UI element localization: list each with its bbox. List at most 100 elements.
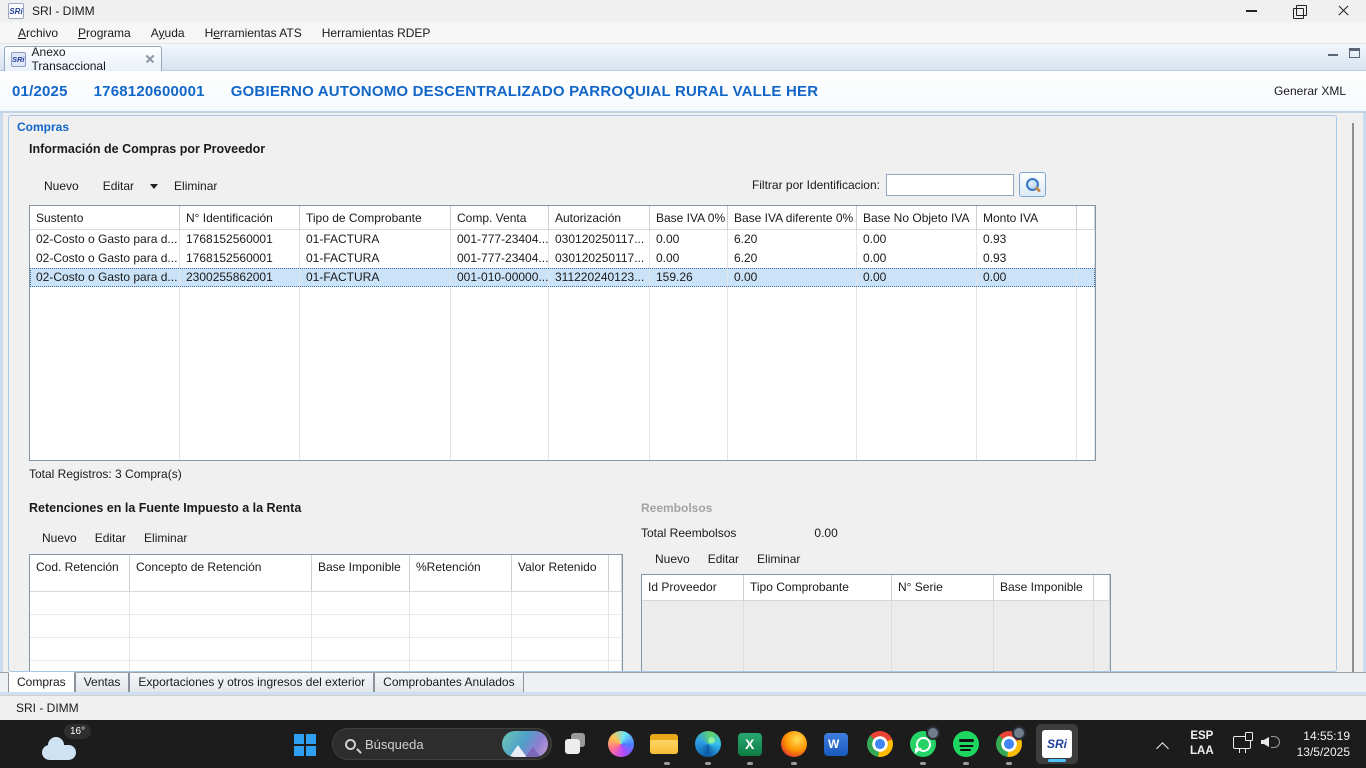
menu-item-herramientas-rdep[interactable]: Herramientas RDEP — [312, 23, 441, 43]
tray-date: 13/5/2025 — [1297, 744, 1350, 760]
ret-eliminar-button[interactable]: Eliminar — [136, 528, 195, 548]
search-icon — [345, 739, 356, 750]
reembolsos-table: Id ProveedorTipo ComprobanteN° SerieBase… — [641, 574, 1111, 672]
tab-compras[interactable]: Compras — [8, 672, 75, 693]
volume-waves-icon — [1271, 736, 1280, 748]
edge-icon[interactable] — [695, 731, 721, 757]
generar-xml-button[interactable]: Generar XML — [1274, 84, 1346, 98]
table-cell: 0.00 — [857, 230, 977, 249]
taxpayer-name: GOBIERNO AUTONOMO DESCENTRALIZADO PARROQ… — [231, 83, 819, 100]
table-cell-filler — [892, 601, 994, 672]
table-row[interactable]: 02-Costo o Gasto para d...17681525600010… — [30, 230, 1095, 249]
excel-icon[interactable] — [738, 733, 762, 756]
notification-badge — [926, 726, 940, 740]
table-empty-area — [30, 287, 1095, 460]
running-indicator — [705, 762, 711, 765]
column-header[interactable]: Base Imponible — [312, 555, 410, 592]
column-header[interactable]: Base IVA diferente 0% — [728, 206, 857, 230]
weather-widget[interactable]: 16° — [42, 728, 102, 762]
chrome-profile-icon[interactable] — [996, 731, 1022, 757]
menu-item-herramientas-ats[interactable]: Herramientas ATS — [195, 23, 312, 43]
tab-ventas[interactable]: Ventas — [75, 673, 130, 693]
table-cell-filler — [977, 287, 1077, 460]
copilot-icon[interactable] — [608, 731, 634, 757]
table-cell-filler — [609, 592, 622, 615]
tab-exportaciones[interactable]: Exportaciones y otros ingresos del exter… — [129, 673, 374, 693]
editar-button[interactable]: Editar — [93, 176, 144, 196]
start-button-icon[interactable] — [294, 734, 318, 758]
ret-nuevo-button[interactable]: Nuevo — [34, 528, 85, 548]
ruc-number: 1768120600001 — [94, 83, 205, 100]
sri-dimm-taskbar-button[interactable]: SRi — [1036, 724, 1078, 764]
retenciones-toolbar: Nuevo Editar Eliminar — [34, 528, 195, 548]
network-icon[interactable] — [1233, 736, 1251, 749]
view-maximize-icon[interactable] — [1349, 48, 1360, 58]
chrome-icon[interactable] — [867, 731, 893, 757]
column-header[interactable]: Cod. Retención — [30, 555, 130, 592]
table-row[interactable]: 02-Costo o Gasto para d...17681525600010… — [30, 249, 1095, 268]
menu-item-archivo[interactable]: Archivo — [8, 23, 68, 43]
reembolsos-toolbar: Nuevo Editar Eliminar — [647, 549, 808, 569]
column-header[interactable]: Concepto de Retención — [130, 555, 312, 592]
column-header[interactable]: Tipo de Comprobante — [300, 206, 451, 230]
window-frame-left — [0, 113, 3, 695]
filter-input[interactable] — [886, 174, 1014, 196]
task-view-icon[interactable] — [563, 731, 589, 757]
eliminar-button[interactable]: Eliminar — [164, 176, 227, 196]
whatsapp-icon[interactable] — [910, 731, 936, 757]
tray-chevron-up-icon[interactable] — [1158, 742, 1168, 752]
spotify-icon[interactable] — [953, 731, 979, 757]
restore-icon[interactable] — [1274, 0, 1320, 22]
volume-icon[interactable] — [1261, 737, 1269, 747]
empty-table-row — [30, 615, 622, 638]
compras-table: SustentoN° IdentificaciónTipo de Comprob… — [29, 205, 1096, 461]
vertical-scrollbar[interactable] — [1352, 123, 1354, 672]
table-cell-filler — [609, 615, 622, 638]
word-icon[interactable] — [824, 733, 848, 756]
table-cell: 0.00 — [977, 268, 1077, 287]
search-button[interactable] — [1019, 172, 1046, 197]
reemb-editar-button[interactable]: Editar — [700, 549, 747, 569]
view-minimize-icon[interactable] — [1328, 48, 1339, 57]
table-cell-filler — [451, 287, 549, 460]
column-header[interactable]: Base IVA 0% — [650, 206, 728, 230]
column-header[interactable]: Autorización — [549, 206, 650, 230]
nuevo-button[interactable]: Nuevo — [34, 176, 89, 196]
total-reembolsos-label: Total Reembolsos — [641, 526, 736, 540]
firefox-icon[interactable] — [781, 731, 807, 757]
table-cell-filler — [312, 615, 410, 638]
taskbar-search[interactable]: Búsqueda — [332, 728, 552, 760]
column-header[interactable]: %Retención — [410, 555, 512, 592]
minimize-icon[interactable] — [1228, 0, 1274, 22]
reemb-eliminar-button[interactable]: Eliminar — [749, 549, 808, 569]
search-placeholder: Búsqueda — [365, 737, 502, 752]
menu-item-ayuda[interactable]: Ayuda — [141, 23, 195, 43]
table-cell-filler — [512, 615, 609, 638]
column-header[interactable]: Monto IVA — [977, 206, 1077, 230]
language-indicator[interactable]: ESP LAA — [1190, 729, 1214, 759]
notification-badge — [1012, 726, 1026, 740]
chevron-down-icon[interactable] — [150, 184, 158, 189]
search-highlight-image — [502, 731, 548, 757]
table-cell-filler — [1077, 249, 1095, 268]
menu-item-programa[interactable]: Programa — [68, 23, 141, 43]
tab-comprobantes-anulados[interactable]: Comprobantes Anulados — [374, 673, 523, 693]
column-header[interactable]: Base No Objeto IVA — [857, 206, 977, 230]
column-header[interactable]: Valor Retenido — [512, 555, 609, 592]
ret-editar-button[interactable]: Editar — [87, 528, 134, 548]
column-header[interactable]: Comp. Venta — [451, 206, 549, 230]
column-header[interactable]: N° Identificación — [180, 206, 300, 230]
table-cell-filler — [410, 661, 512, 672]
close-icon[interactable] — [1320, 0, 1366, 22]
file-explorer-icon[interactable] — [650, 734, 678, 755]
column-header[interactable]: Sustento — [30, 206, 180, 230]
clock[interactable]: 14:55:19 13/5/2025 — [1297, 728, 1350, 760]
close-tab-icon[interactable] — [144, 53, 155, 65]
table-cell-filler — [512, 638, 609, 661]
table-row[interactable]: 02-Costo o Gasto para d...23002558620010… — [30, 268, 1095, 287]
table-cell-filler — [1077, 268, 1095, 287]
tab-anexo-transaccional[interactable]: SRi Anexo Transaccional — [4, 46, 162, 71]
table-cell-filler — [650, 287, 728, 460]
table-cell-filler — [512, 661, 609, 672]
reemb-nuevo-button[interactable]: Nuevo — [647, 549, 698, 569]
